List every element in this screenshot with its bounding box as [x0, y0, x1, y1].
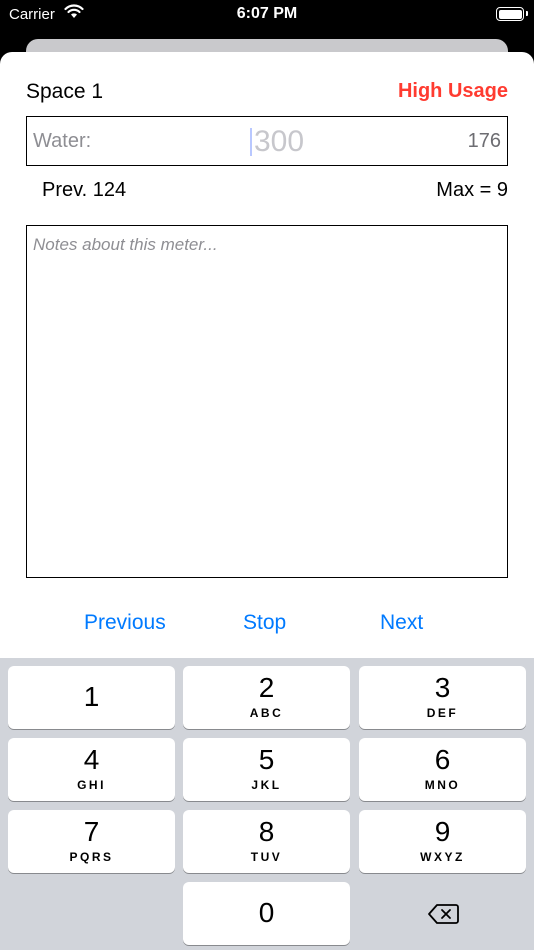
stop-button[interactable]: Stop: [243, 611, 286, 635]
meter-reading-sheet: Space 1 High Usage Water: 300 176 Prev. …: [0, 52, 534, 658]
key-letters: PQRS: [69, 850, 114, 864]
key-6[interactable]: 6 MNO: [359, 738, 526, 801]
key-2[interactable]: 2 ABC: [183, 666, 350, 729]
next-button[interactable]: Next: [380, 611, 423, 635]
text-cursor: [250, 128, 252, 156]
key-digit: 8: [258, 816, 275, 847]
key-letters: WXYZ: [420, 850, 465, 864]
key-digit: 4: [83, 744, 100, 775]
key-letters: DEF: [426, 706, 459, 720]
key-4[interactable]: 4 GHI: [8, 738, 175, 801]
key-0[interactable]: 0: [183, 882, 350, 945]
key-9[interactable]: 9 WXYZ: [359, 810, 526, 873]
battery-icon: [496, 7, 528, 21]
reading-label: Water:: [33, 130, 92, 152]
key-8[interactable]: 8 TUV: [183, 810, 350, 873]
key-digit: 9: [434, 816, 451, 847]
status-time: 6:07 PM: [236, 5, 298, 22]
key-digit: 0: [258, 897, 275, 928]
reading-placeholder: 300: [254, 125, 305, 158]
previous-reading: Prev. 124: [42, 179, 127, 201]
usage-alert: High Usage: [397, 80, 508, 102]
notes-field[interactable]: Notes about this meter...: [26, 225, 508, 578]
key-digit: 5: [258, 744, 275, 775]
key-letters: JKL: [251, 778, 282, 792]
reading-input[interactable]: Water: 300 176: [26, 116, 508, 166]
status-bar: Carrier 6:07 PM: [0, 0, 534, 30]
key-letters: MNO: [424, 778, 461, 792]
key-letters: TUV: [250, 850, 283, 864]
notes-placeholder: Notes about this meter...: [33, 235, 218, 254]
key-digit: 7: [83, 816, 100, 847]
space-title: Space 1: [26, 80, 104, 103]
key-digit: 1: [83, 681, 100, 712]
key-letters: GHI: [77, 778, 106, 792]
key-digit: 3: [434, 672, 451, 703]
numeric-keyboard: 1 2 ABC 3 DEF 4 GHI 5 JKL 6 MNO 7 PQRS 8…: [0, 658, 534, 950]
key-digit: 6: [434, 744, 451, 775]
previous-button[interactable]: Previous: [84, 611, 166, 635]
key-letters: ABC: [249, 706, 284, 720]
backspace-icon: [427, 904, 459, 924]
usage-value: 176: [467, 130, 501, 152]
key-1[interactable]: 1: [8, 666, 175, 729]
key-digit: 2: [258, 672, 275, 703]
key-3[interactable]: 3 DEF: [359, 666, 526, 729]
key-5[interactable]: 5 JKL: [183, 738, 350, 801]
key-7[interactable]: 7 PQRS: [8, 810, 175, 873]
delete-key[interactable]: [359, 882, 526, 945]
max-value: Max = 9: [436, 179, 508, 201]
